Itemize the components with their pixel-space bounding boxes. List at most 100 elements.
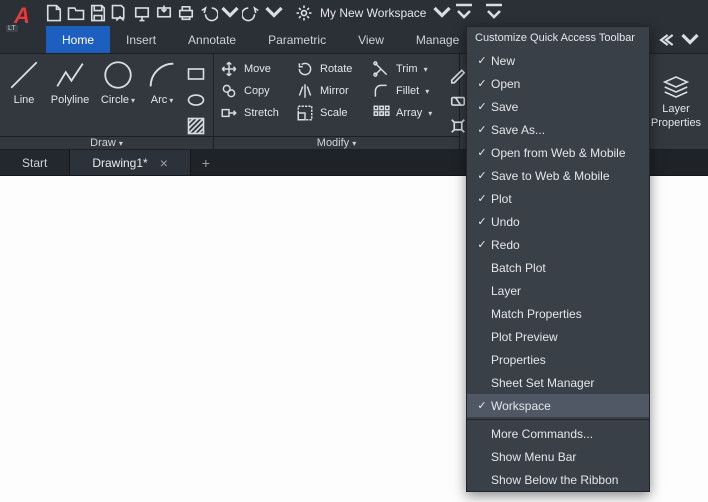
doc-tab-start[interactable]: Start <box>0 150 70 175</box>
plot-icon[interactable] <box>176 3 196 23</box>
menu-item-more-commands[interactable]: More Commands... <box>467 422 649 445</box>
menu-item-label: Match Properties <box>491 307 582 321</box>
stretch-icon <box>220 104 238 122</box>
layer-properties-icon <box>661 73 691 101</box>
menu-item-redo[interactable]: ✓Redo <box>467 233 649 256</box>
tab-parametric[interactable]: Parametric <box>252 26 342 53</box>
help-caret-icon[interactable] <box>680 30 700 50</box>
menu-item-save-to-web-mobile[interactable]: ✓Save to Web & Mobile <box>467 164 649 187</box>
trim-icon <box>372 60 390 78</box>
redo-dropdown-icon[interactable] <box>264 3 284 23</box>
tab-annotate[interactable]: Annotate <box>172 26 252 53</box>
gear-icon[interactable] <box>294 3 314 23</box>
tool-scale[interactable]: Scale <box>296 104 368 122</box>
menu-item-label: Batch Plot <box>491 261 546 275</box>
logo-letter: A <box>14 5 30 27</box>
panel-draw-footer[interactable]: Draw▾ <box>0 136 213 149</box>
tool-circle[interactable]: Circle▾ <box>98 58 138 106</box>
menu-item-match-properties[interactable]: Match Properties <box>467 302 649 325</box>
menu-item-batch-plot[interactable]: Batch Plot <box>467 256 649 279</box>
tool-copy[interactable]: Copy <box>220 82 292 100</box>
new-tab-button[interactable]: + <box>191 155 221 171</box>
qat-overflow-icon[interactable] <box>484 3 504 23</box>
help-area <box>656 30 700 50</box>
menu-item-show-menu-bar[interactable]: Show Menu Bar <box>467 445 649 468</box>
menu-item-label: Save to Web & Mobile <box>491 169 610 183</box>
ellipse-icon[interactable] <box>186 90 206 110</box>
menu-item-label: Workspace <box>491 399 551 413</box>
tool-array[interactable]: Array▾ <box>372 104 444 122</box>
tool-arc-label: Arc▾ <box>151 94 174 106</box>
tool-rotate[interactable]: Rotate <box>296 60 368 78</box>
save-web-icon[interactable] <box>154 3 174 23</box>
check-icon: ✓ <box>473 77 491 90</box>
doc-tab-drawing1[interactable]: Drawing1*× <box>70 150 191 175</box>
menu-item-label: Open from Web & Mobile <box>491 146 626 160</box>
tool-mirror[interactable]: Mirror <box>296 82 368 100</box>
tool-polyline[interactable]: Polyline <box>48 58 92 106</box>
line-icon <box>7 58 41 92</box>
menu-item-label: Save As... <box>491 123 545 137</box>
draw-mini-col <box>186 58 206 136</box>
fillet-icon <box>372 82 390 100</box>
qat-customize-dropdown-icon[interactable] <box>454 3 474 23</box>
menu-item-workspace[interactable]: ✓Workspace <box>467 394 649 417</box>
check-icon: ✓ <box>473 123 491 136</box>
tab-manage[interactable]: Manage <box>400 26 475 53</box>
open-web-icon[interactable] <box>132 3 152 23</box>
panel-modify-footer[interactable]: Modify▾ <box>214 136 459 149</box>
tool-fillet[interactable]: Fillet▾ <box>372 82 444 100</box>
menu-item-label: New <box>491 54 515 68</box>
tab-home[interactable]: Home <box>46 26 110 53</box>
menu-item-open-from-web-mobile[interactable]: ✓Open from Web & Mobile <box>467 141 649 164</box>
tool-line[interactable]: Line <box>6 58 42 106</box>
menu-item-label: Open <box>491 77 520 91</box>
app-logo[interactable]: A LT <box>6 0 38 32</box>
menu-item-plot[interactable]: ✓Plot <box>467 187 649 210</box>
close-icon[interactable]: × <box>160 155 168 171</box>
check-icon: ✓ <box>473 192 491 205</box>
search-chevron-icon[interactable] <box>656 30 676 50</box>
menu-item-label: Sheet Set Manager <box>491 376 594 390</box>
workspace-name[interactable]: My New Workspace <box>316 6 430 20</box>
menu-item-new[interactable]: ✓New <box>467 49 649 72</box>
hatch-icon[interactable] <box>186 116 206 136</box>
move-icon <box>220 60 238 78</box>
menu-item-undo[interactable]: ✓Undo <box>467 210 649 233</box>
menu-item-properties[interactable]: Properties <box>467 348 649 371</box>
menu-header: Customize Quick Access Toolbar <box>467 27 649 49</box>
rectangle-icon[interactable] <box>186 64 206 84</box>
check-icon: ✓ <box>473 399 491 412</box>
rotate-icon <box>296 60 314 78</box>
menu-item-plot-preview[interactable]: Plot Preview <box>467 325 649 348</box>
save-icon[interactable] <box>88 3 108 23</box>
menu-item-label: Plot <box>491 192 512 206</box>
tab-insert[interactable]: Insert <box>110 26 172 53</box>
logo-variant: LT <box>6 25 18 32</box>
tool-stretch[interactable]: Stretch <box>220 104 292 122</box>
menu-item-open[interactable]: ✓Open <box>467 72 649 95</box>
menu-item-save-as[interactable]: ✓Save As... <box>467 118 649 141</box>
tool-circle-label: Circle▾ <box>101 94 135 106</box>
menu-item-label: Redo <box>491 238 520 252</box>
save-as-icon[interactable] <box>110 3 130 23</box>
workspace-dropdown-icon[interactable] <box>432 3 452 23</box>
tool-layer-properties[interactable]: LayerProperties <box>644 54 708 149</box>
menu-item-layer[interactable]: Layer <box>467 279 649 302</box>
menu-item-label: Plot Preview <box>491 330 558 344</box>
tool-trim[interactable]: Trim▾ <box>372 60 444 78</box>
tool-move[interactable]: Move <box>220 60 292 78</box>
copy-icon <box>220 82 238 100</box>
menu-item-save[interactable]: ✓Save <box>467 95 649 118</box>
menu-item-sheet-set-manager[interactable]: Sheet Set Manager <box>467 371 649 394</box>
undo-dropdown-icon[interactable] <box>220 3 240 23</box>
tool-polyline-label: Polyline <box>51 94 90 106</box>
tool-arc[interactable]: Arc▾ <box>144 58 180 106</box>
open-icon[interactable] <box>66 3 86 23</box>
tool-line-label: Line <box>14 94 35 106</box>
menu-item-show-below-the-ribbon[interactable]: Show Below the Ribbon <box>467 468 649 491</box>
new-icon[interactable] <box>44 3 64 23</box>
redo-icon[interactable] <box>242 3 262 23</box>
tab-view[interactable]: View <box>342 26 400 53</box>
undo-icon[interactable] <box>198 3 218 23</box>
